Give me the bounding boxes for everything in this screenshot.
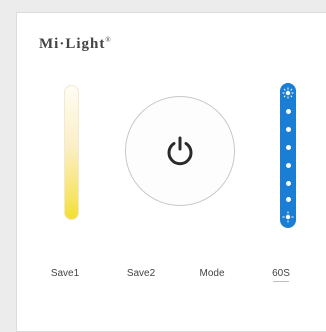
brightness-step (285, 181, 291, 186)
control-panel: Mi·Light® Save1 Save2 Mode 60S (16, 12, 326, 332)
color-temperature-slider[interactable] (64, 85, 79, 220)
brightness-step (285, 109, 291, 114)
save2-button[interactable]: Save2 (111, 268, 171, 279)
sun-icon (282, 211, 294, 223)
brand-logo: Mi·Light® (39, 36, 112, 53)
brightness-slider[interactable] (280, 83, 296, 228)
brightness-step (285, 145, 291, 150)
timer-60s-button[interactable]: 60S (251, 268, 311, 279)
registered-mark: ® (105, 36, 112, 44)
brightness-step (285, 163, 291, 168)
brightness-step (285, 127, 291, 132)
sun-icon (282, 87, 294, 99)
power-button[interactable] (125, 96, 235, 206)
brand-name: Mi·Light (39, 36, 106, 52)
timer-underline (273, 281, 289, 282)
mode-button[interactable]: Mode (182, 268, 242, 279)
brightness-step (285, 197, 291, 202)
power-icon (167, 136, 193, 166)
save1-button[interactable]: Save1 (35, 268, 95, 279)
